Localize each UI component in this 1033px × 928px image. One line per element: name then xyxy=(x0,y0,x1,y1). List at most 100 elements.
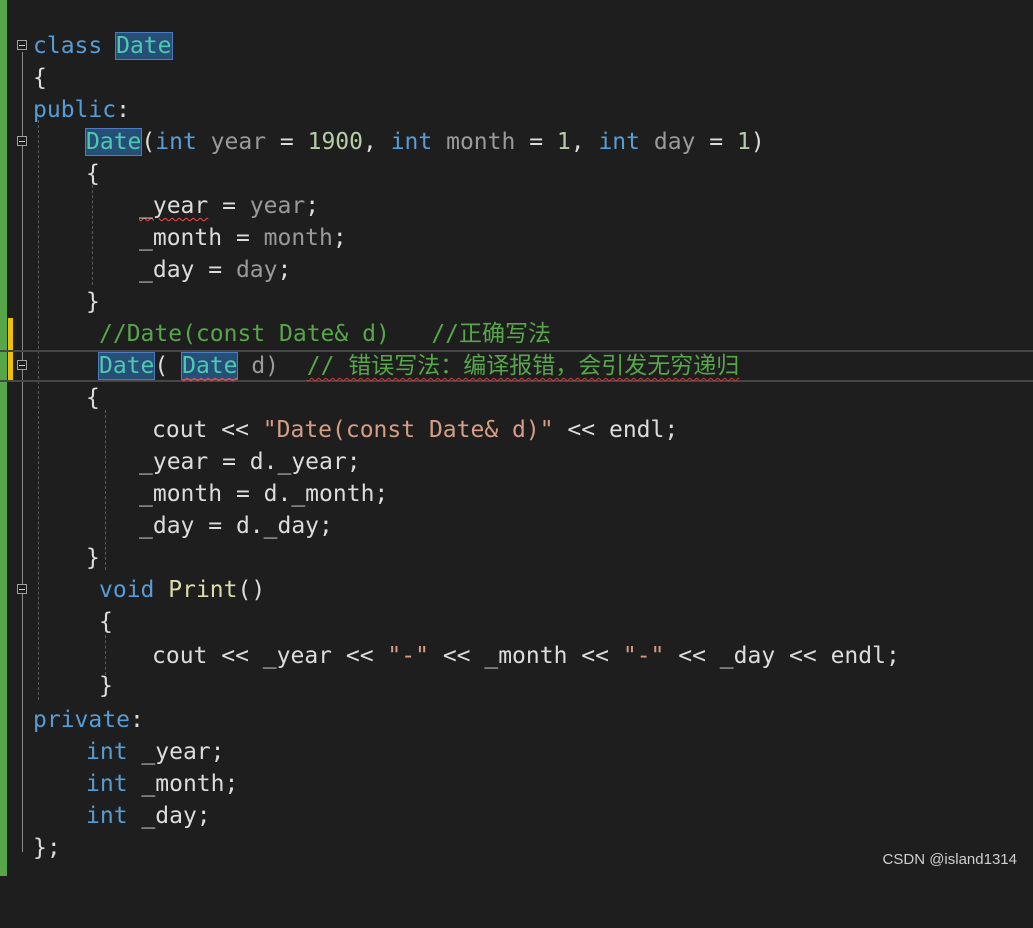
semicolon: ; xyxy=(319,513,333,539)
code-line[interactable]: class Date xyxy=(0,30,1033,62)
operator: << xyxy=(567,643,623,669)
keyword: int xyxy=(86,739,128,765)
code-line[interactable]: void Print() xyxy=(0,574,1033,606)
operator: << xyxy=(553,417,609,443)
code-line[interactable]: { xyxy=(0,606,1033,638)
member-access: d._month xyxy=(263,481,375,507)
semicolon: ; xyxy=(305,193,320,219)
identifier: endl xyxy=(830,643,886,669)
code-line[interactable]: //Date(const Date& d) //正确写法 xyxy=(0,318,1033,350)
code-line[interactable]: { xyxy=(0,382,1033,414)
parameter: year xyxy=(210,129,267,155)
comma: , xyxy=(570,129,599,155)
collapse-icon[interactable] xyxy=(17,40,27,50)
code-line[interactable]: } xyxy=(0,670,1033,702)
code-line[interactable]: _day = d._day; xyxy=(0,510,1033,542)
paren: ( xyxy=(154,353,183,379)
code-line[interactable]: { xyxy=(0,62,1033,94)
string-literal: "-" xyxy=(387,643,429,669)
paren: () xyxy=(237,577,266,603)
operator: << xyxy=(332,643,388,669)
semicolon: ; xyxy=(885,643,900,669)
brace: }; xyxy=(33,835,61,861)
number: 1 xyxy=(556,129,571,155)
number: 1 xyxy=(736,129,751,155)
code-line[interactable]: int _month; xyxy=(0,768,1033,800)
code-line[interactable]: cout << "Date(const Date& d)" << endl; xyxy=(0,414,1033,446)
paren: ( xyxy=(141,129,156,155)
operator: = xyxy=(194,257,236,283)
member-variable: _year xyxy=(141,739,211,765)
number: 1900 xyxy=(307,129,363,155)
code-line[interactable]: private: xyxy=(0,704,1033,736)
identifier: cout xyxy=(152,643,208,669)
class-name: Date xyxy=(115,32,173,60)
code-line[interactable]: } xyxy=(0,542,1033,574)
keyword: int xyxy=(86,771,128,797)
parameter: day xyxy=(653,129,696,155)
code-line[interactable]: int _year; xyxy=(0,736,1033,768)
semicolon: ; xyxy=(210,739,225,765)
code-line[interactable]: { xyxy=(0,158,1033,190)
operator: = xyxy=(515,129,557,155)
member-access: d._day xyxy=(235,513,320,539)
code-line[interactable]: cout << _year << "-" << _month << "-" <<… xyxy=(0,640,1033,672)
access-specifier: public xyxy=(33,97,117,123)
code-line[interactable]: Date(int year = 1900, int month = 1, int… xyxy=(0,126,1033,158)
code-line[interactable]: _month = d._month; xyxy=(0,478,1033,510)
code-line[interactable]: public: xyxy=(0,94,1033,126)
member-variable: _year xyxy=(262,643,333,669)
operator: = xyxy=(208,193,250,219)
parameter: month xyxy=(446,129,516,155)
member-variable: _month xyxy=(141,771,225,797)
code-line[interactable]: } xyxy=(0,286,1033,318)
keyword: int xyxy=(86,803,128,829)
semicolon: ; xyxy=(277,257,292,283)
member-variable: _month xyxy=(484,643,568,669)
brace: { xyxy=(86,161,100,187)
operator: = xyxy=(222,481,264,507)
code-line[interactable]: _year = year; xyxy=(0,190,1033,222)
code-line[interactable]: int _day; xyxy=(0,800,1033,832)
semicolon: ; xyxy=(664,417,679,443)
operator: << xyxy=(428,643,485,669)
member-variable: _year xyxy=(139,193,209,219)
colon: : xyxy=(116,97,130,123)
access-specifier: private xyxy=(33,707,130,733)
semicolon: ; xyxy=(224,771,239,797)
paren: ) xyxy=(750,129,765,155)
operator: << xyxy=(207,417,263,443)
function-name: Print xyxy=(168,577,238,603)
watermark: CSDN @island1314 xyxy=(882,851,1017,868)
semicolon: ; xyxy=(196,803,211,829)
keyword: class xyxy=(33,33,103,59)
operator: << xyxy=(775,643,831,669)
member-variable: _day xyxy=(139,513,195,539)
identifier: endl xyxy=(608,417,665,443)
brace: { xyxy=(33,65,47,91)
keyword: int xyxy=(598,129,640,155)
collapse-icon[interactable] xyxy=(17,136,27,146)
brace: } xyxy=(86,545,100,571)
identifier: cout xyxy=(152,417,208,443)
collapse-icon[interactable] xyxy=(17,584,27,594)
code-editor[interactable]: class Date { public: Date(int year = 190… xyxy=(0,0,1033,876)
current-code-line[interactable]: Date( Date d) // 错误写法：编译报错，会引发无穷递归 xyxy=(0,350,1033,382)
member-variable: _day xyxy=(141,803,197,829)
code-line[interactable]: _month = month; xyxy=(0,222,1033,254)
parameter-type: Date xyxy=(181,352,239,380)
string-literal: "-" xyxy=(622,643,665,669)
code-line[interactable]: _day = day; xyxy=(0,254,1033,286)
member-variable: _day xyxy=(719,643,776,669)
keyword: void xyxy=(99,577,155,603)
semicolon: ; xyxy=(374,481,389,507)
constructor-name: Date xyxy=(84,128,143,156)
code-line[interactable]: }; xyxy=(0,832,1033,864)
code-line[interactable]: _year = d._year; xyxy=(0,446,1033,478)
brace: } xyxy=(86,289,100,315)
constructor-name: Date xyxy=(97,352,156,380)
operator: = xyxy=(695,129,737,155)
collapse-icon[interactable] xyxy=(17,360,27,370)
brace: { xyxy=(99,609,113,635)
keyword: int xyxy=(390,129,433,155)
